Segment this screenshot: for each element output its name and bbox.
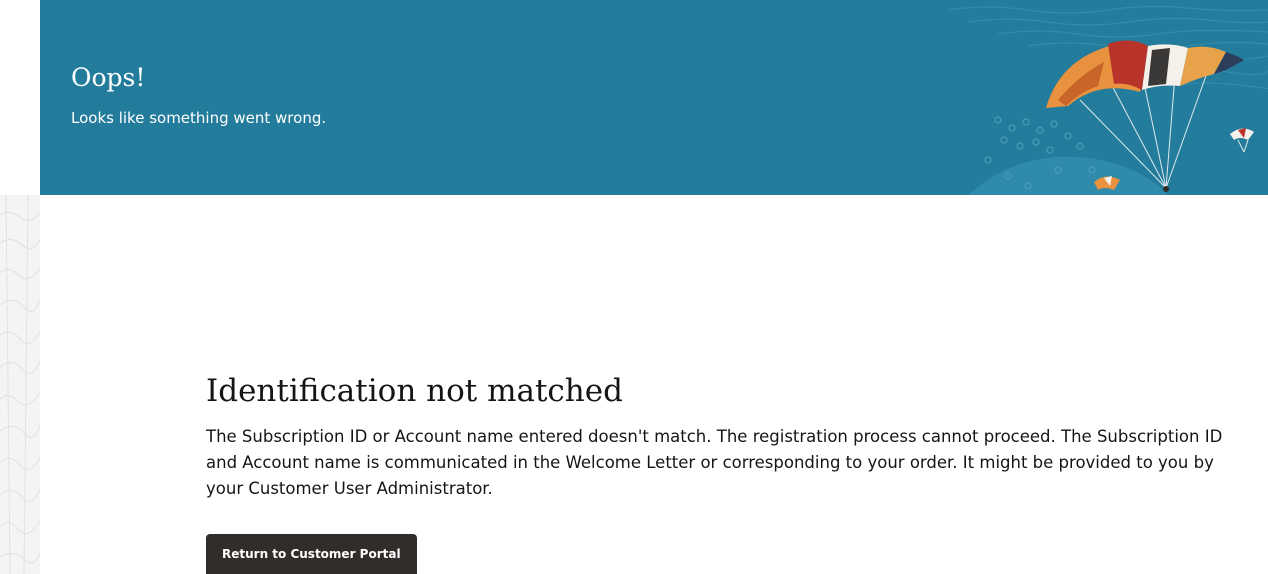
decorative-side-pattern [0, 195, 40, 574]
error-page: Oops! Looks like something went wrong. I… [0, 0, 1268, 574]
parachute-illustration-icon [947, 5, 1268, 195]
error-message: The Subscription ID or Account name ente… [206, 427, 1223, 498]
banner-title: Oops! [71, 63, 146, 92]
topographic-pattern-icon [0, 195, 40, 574]
error-content: Identification not matched The Subscript… [206, 370, 1256, 502]
return-to-portal-button[interactable]: Return to Customer Portal [206, 534, 417, 574]
banner-subtitle: Looks like something went wrong. [71, 109, 327, 127]
error-banner: Oops! Looks like something went wrong. [40, 0, 1268, 195]
error-heading: Identification not matched [206, 373, 623, 409]
